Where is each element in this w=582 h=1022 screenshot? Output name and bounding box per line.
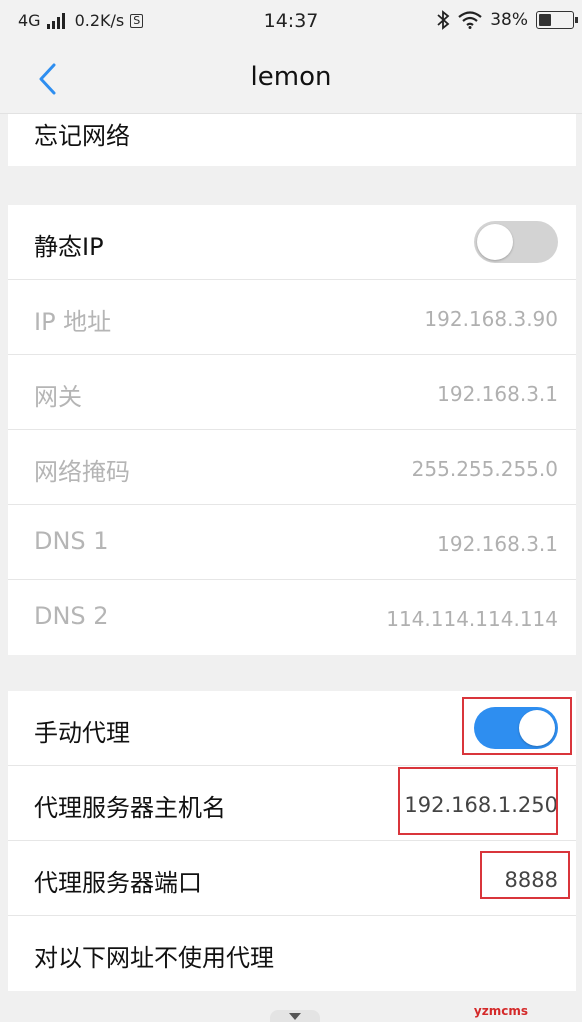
highlight-box-toggle [462, 697, 572, 755]
ip-address-value: 192.168.3.90 [424, 307, 558, 331]
gateway-value: 192.168.3.1 [437, 382, 558, 406]
gateway-row: 网关 192.168.3.1 [8, 355, 576, 430]
chevron-down-icon [289, 1013, 301, 1020]
gateway-label: 网关 [34, 383, 82, 411]
status-right: 38% [436, 10, 578, 30]
proxy-host-label: 代理服务器主机名 [34, 794, 226, 822]
netmask-row: 网络掩码 255.255.255.0 [8, 430, 576, 505]
dns2-value: 114.114.114.114 [386, 607, 558, 631]
highlight-box-host [398, 767, 558, 835]
toggle-knob [477, 224, 513, 260]
static-ip-row[interactable]: 静态IP [8, 205, 576, 280]
netmask-label: 网络掩码 [34, 458, 130, 486]
dns1-label: DNS 1 [34, 527, 109, 555]
battery-percent: 38% [490, 10, 528, 30]
forget-network-label: 忘记网络 [34, 122, 130, 150]
proxy-bypass-label: 对以下网址不使用代理 [34, 944, 274, 972]
scroll-handle[interactable] [270, 1010, 320, 1022]
ip-address-row: IP 地址 192.168.3.90 [8, 280, 576, 355]
page-title: lemon [250, 62, 332, 92]
highlight-box-port [480, 851, 570, 899]
netmask-value: 255.255.255.0 [411, 457, 558, 481]
bluetooth-icon [437, 10, 450, 30]
battery-icon [536, 11, 578, 29]
proxy-port-label: 代理服务器端口 [34, 869, 202, 897]
wifi-icon [458, 11, 482, 29]
ip-settings-section: 静态IP IP 地址 192.168.3.90 网关 192.168.3.1 网… [8, 205, 576, 655]
status-bar: 4G 0.2K/s S 14:37 38% [0, 0, 582, 44]
ip-address-label: IP 地址 [34, 308, 112, 336]
dns2-label: DNS 2 [34, 602, 109, 630]
nav-bar: lemon [0, 44, 582, 114]
watermark: yzmcms [473, 1004, 528, 1018]
dns1-value: 192.168.3.1 [437, 532, 558, 556]
forget-network-section: 忘记网络 [8, 114, 576, 166]
manual-proxy-label: 手动代理 [34, 719, 130, 747]
static-ip-toggle[interactable] [474, 221, 558, 263]
dns1-row: DNS 1 192.168.3.1 [8, 505, 576, 580]
dns2-row: DNS 2 114.114.114.114 [8, 580, 576, 655]
forget-network-row[interactable]: 忘记网络 [8, 114, 576, 166]
static-ip-label: 静态IP [34, 233, 104, 261]
proxy-bypass-row[interactable]: 对以下网址不使用代理 [8, 916, 576, 991]
